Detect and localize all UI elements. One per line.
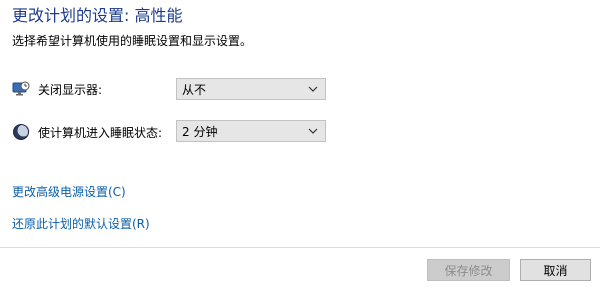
page-subtitle: 选择希望计算机使用的睡眠设置和显示设置。 — [12, 34, 253, 48]
cancel-button[interactable]: 取消 — [520, 259, 591, 281]
sleep-value: 2 分钟 — [182, 124, 218, 139]
sleep-select[interactable]: 2 分钟 — [176, 120, 326, 142]
display-off-setting: 关闭显示器: — [12, 77, 102, 101]
sleep-setting: 使计算机进入睡眠状态: — [12, 120, 162, 144]
footer-divider — [0, 247, 600, 248]
display-off-label: 关闭显示器: — [38, 82, 103, 97]
chevron-down-icon — [306, 124, 320, 138]
monitor-clock-icon — [12, 80, 30, 98]
sleep-label: 使计算机进入睡眠状态: — [38, 125, 163, 140]
page-title: 更改计划的设置: 高性能 — [12, 6, 183, 25]
restore-defaults-link[interactable]: 还原此计划的默认设置(R) — [12, 215, 150, 232]
save-changes-button[interactable]: 保存修改 — [427, 259, 510, 281]
moon-icon — [12, 123, 30, 141]
display-off-value: 从不 — [182, 82, 207, 97]
advanced-power-settings-link[interactable]: 更改高级电源设置(C) — [12, 183, 126, 200]
display-off-select[interactable]: 从不 — [176, 78, 326, 100]
chevron-down-icon — [306, 82, 320, 96]
